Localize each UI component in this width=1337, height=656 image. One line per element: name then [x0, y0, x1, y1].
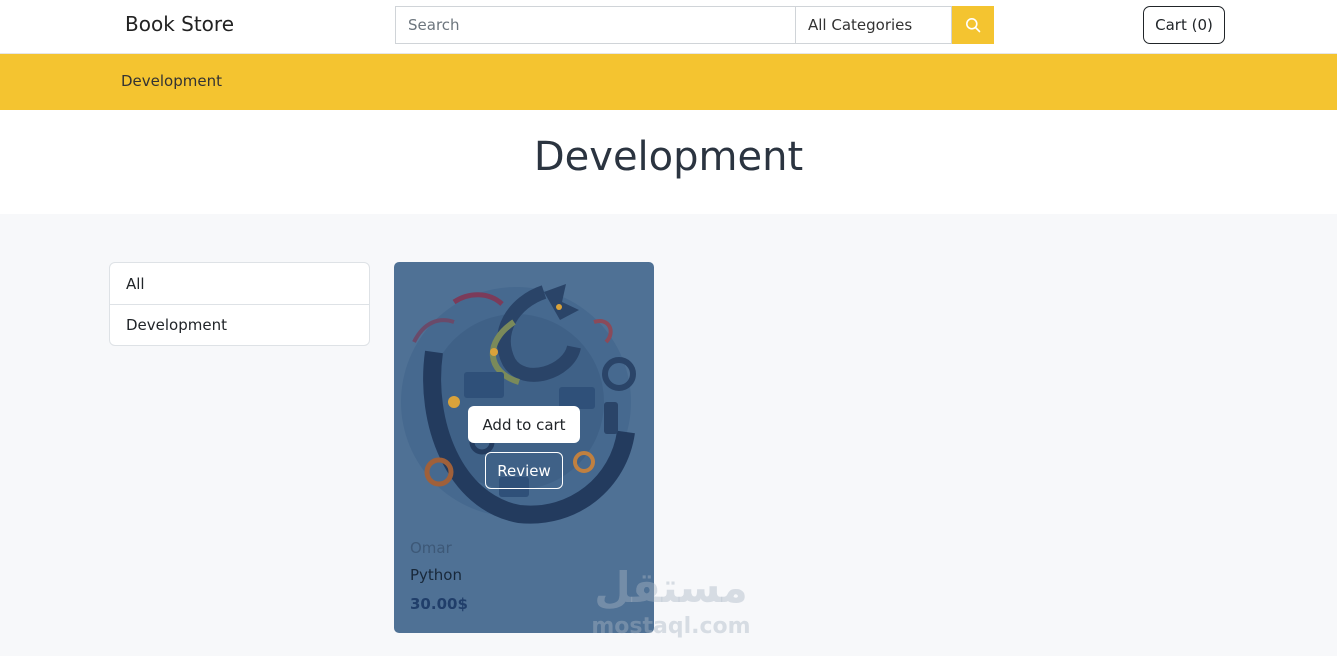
search-icon: [966, 18, 981, 33]
add-to-cart-button[interactable]: Add to cart: [468, 406, 580, 443]
cart-button[interactable]: Cart (0): [1143, 6, 1225, 44]
product-price: 30.00$: [410, 595, 468, 613]
category-select[interactable]: All Categories: [795, 6, 952, 44]
watermark-logo: مستقل mostaql.com: [586, 562, 756, 646]
watermark-arabic: مستقل: [594, 563, 748, 612]
category-list: All Development: [109, 262, 370, 346]
search-group: All Categories: [395, 6, 994, 44]
product-title[interactable]: Python: [410, 566, 462, 584]
page-title: Development: [533, 134, 804, 180]
watermark-latin: mostaql.com: [591, 614, 751, 639]
breadcrumb-item-current[interactable]: Development: [121, 72, 222, 90]
navbar: Book Store All Categories Cart (0): [0, 0, 1337, 54]
brand-logo[interactable]: Book Store: [125, 12, 234, 36]
page-header: Development: [0, 110, 1337, 214]
breadcrumb: Development: [0, 54, 1337, 110]
search-button[interactable]: [952, 6, 994, 44]
product-author: Omar: [410, 539, 452, 557]
sidebar-item-all[interactable]: All: [110, 263, 369, 304]
search-input[interactable]: [395, 6, 795, 44]
review-button[interactable]: Review: [485, 452, 563, 489]
sidebar-item-development[interactable]: Development: [110, 304, 369, 345]
